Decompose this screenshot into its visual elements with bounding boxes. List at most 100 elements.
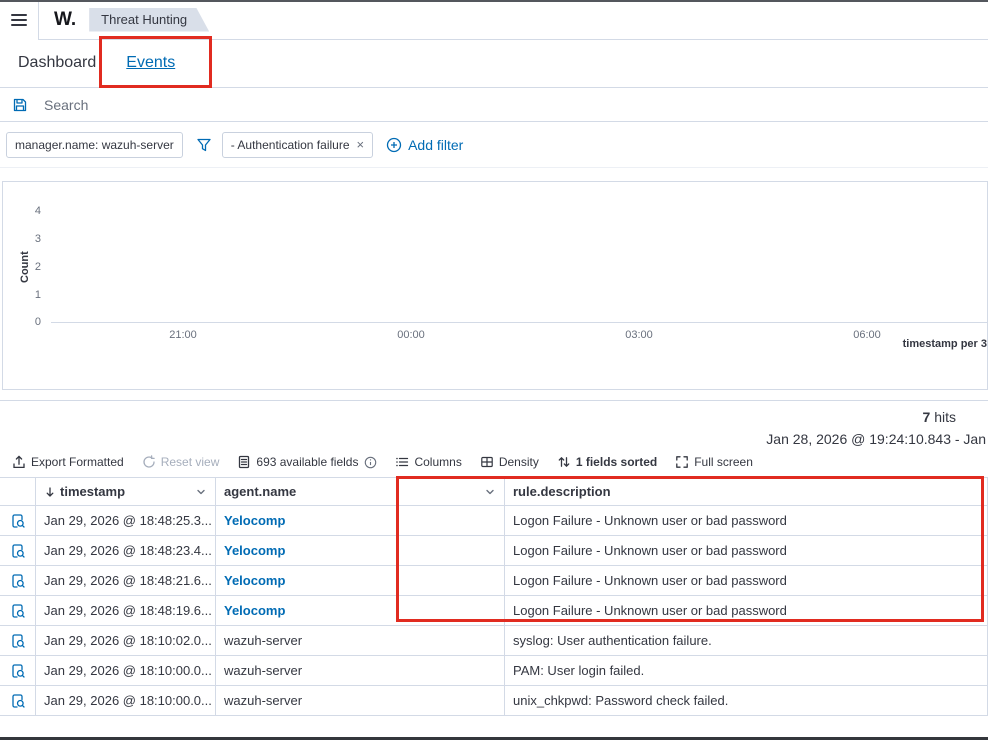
cell-timestamp: Jan 29, 2026 @ 18:48:23.4...	[36, 536, 216, 565]
row-agent[interactable]: wazuh-server	[224, 633, 302, 648]
table-row: Jan 29, 2026 @ 18:48:21.6... Yelocomp Lo…	[0, 566, 988, 596]
export-formatted-button[interactable]: Export Formatted	[12, 455, 124, 469]
search-bar	[0, 88, 988, 122]
inspect-document-icon[interactable]	[11, 604, 25, 618]
inspect-document-icon[interactable]	[11, 574, 25, 588]
y-tick: 0	[9, 316, 41, 328]
y-tick: 3	[9, 233, 41, 245]
columns-icon	[395, 455, 409, 469]
inspect-document-icon[interactable]	[11, 544, 25, 558]
row-agent[interactable]: wazuh-server	[224, 663, 302, 678]
x-axis-title: timestamp per 3	[903, 338, 987, 350]
inspect-document-icon[interactable]	[11, 694, 25, 708]
row-agent[interactable]: wazuh-server	[224, 693, 302, 708]
row-rule: Logon Failure - Unknown user or bad pass…	[513, 543, 787, 558]
table-row: Jan 29, 2026 @ 18:10:02.0... wazuh-serve…	[0, 626, 988, 656]
add-filter-label: Add filter	[408, 137, 463, 153]
breadcrumb[interactable]: Threat Hunting	[89, 8, 209, 32]
chevron-down-icon[interactable]	[484, 486, 496, 498]
remove-filter-icon[interactable]: ×	[357, 138, 365, 151]
sort-icon	[557, 455, 571, 469]
filter-funnel-icon[interactable]	[196, 137, 212, 153]
filter-pill-label: manager.name: wazuh-server	[15, 138, 174, 152]
available-fields-button[interactable]: 693 available fields	[237, 455, 377, 469]
table-body: Jan 29, 2026 @ 18:48:25.3... Yelocomp Lo…	[0, 506, 988, 716]
cell-agent-name: Yelocomp	[216, 566, 505, 595]
fields-sorted-button[interactable]: 1 fields sorted	[557, 455, 657, 469]
fullscreen-icon	[675, 455, 689, 469]
wazuh-logo[interactable]: W.	[54, 9, 76, 31]
chevron-down-icon[interactable]	[195, 486, 207, 498]
save-query-icon[interactable]	[12, 97, 28, 113]
full-screen-button[interactable]: Full screen	[675, 455, 753, 469]
table-row: Jan 29, 2026 @ 18:10:00.0... wazuh-serve…	[0, 686, 988, 716]
row-rule: Logon Failure - Unknown user or bad pass…	[513, 573, 787, 588]
hits-label: hits	[930, 409, 956, 425]
y-tick: 1	[9, 289, 41, 301]
tab-bar: Dashboard Events	[0, 40, 988, 88]
row-agent[interactable]: Yelocomp	[224, 573, 285, 588]
x-axis-line	[51, 322, 987, 323]
inspect-document-icon[interactable]	[11, 514, 25, 528]
column-label: agent.name	[224, 484, 296, 499]
header-cell-rule-description[interactable]: rule.description	[505, 478, 988, 505]
cell-rule-description: syslog: User authentication failure.	[505, 626, 988, 655]
filter-pill-manager-name[interactable]: manager.name: wazuh-server	[6, 132, 183, 158]
header-cell-inspect	[0, 478, 36, 505]
columns-button[interactable]: Columns	[395, 455, 461, 469]
row-rule: Logon Failure - Unknown user or bad pass…	[513, 513, 787, 528]
inspect-document-icon[interactable]	[11, 634, 25, 648]
cell-rule-description: Logon Failure - Unknown user or bad pass…	[505, 536, 988, 565]
inspect-document-icon[interactable]	[11, 664, 25, 678]
cell-agent-name: Yelocomp	[216, 536, 505, 565]
reset-view-button[interactable]: Reset view	[142, 455, 220, 469]
x-tick: 21:00	[153, 329, 213, 341]
tab-dashboard[interactable]: Dashboard	[16, 40, 98, 87]
cell-inspect	[0, 596, 36, 625]
row-timestamp: Jan 29, 2026 @ 18:10:00.0...	[44, 663, 212, 678]
histogram-plot-area[interactable]	[51, 192, 987, 320]
info-icon[interactable]	[364, 456, 377, 469]
header-cell-agent-name[interactable]: agent.name	[216, 478, 505, 505]
cell-timestamp: Jan 29, 2026 @ 18:48:25.3...	[36, 506, 216, 535]
cell-agent-name: Yelocomp	[216, 506, 505, 535]
row-agent[interactable]: Yelocomp	[224, 543, 285, 558]
sort-desc-icon	[44, 486, 56, 498]
table-row: Jan 29, 2026 @ 18:48:23.4... Yelocomp Lo…	[0, 536, 988, 566]
x-tick: 06:00	[837, 329, 897, 341]
density-button[interactable]: Density	[480, 455, 539, 469]
cell-inspect	[0, 566, 36, 595]
column-label: rule.description	[513, 484, 611, 499]
row-rule: syslog: User authentication failure.	[513, 633, 712, 648]
filter-bar: manager.name: wazuh-server - Authenticat…	[0, 122, 988, 168]
cell-agent-name: Yelocomp	[216, 596, 505, 625]
cell-agent-name: wazuh-server	[216, 686, 505, 715]
row-timestamp: Jan 29, 2026 @ 18:10:00.0...	[44, 693, 212, 708]
cell-inspect	[0, 656, 36, 685]
cell-rule-description: Logon Failure - Unknown user or bad pass…	[505, 506, 988, 535]
row-rule: PAM: User login failed.	[513, 663, 644, 678]
menu-icon[interactable]	[0, 0, 39, 40]
window-top-edge	[0, 0, 988, 2]
cell-inspect	[0, 626, 36, 655]
cell-inspect	[0, 506, 36, 535]
cell-rule-description: unix_chkpwd: Password check failed.	[505, 686, 988, 715]
cell-timestamp: Jan 29, 2026 @ 18:48:21.6...	[36, 566, 216, 595]
cell-rule-description: Logon Failure - Unknown user or bad pass…	[505, 566, 988, 595]
row-rule: Logon Failure - Unknown user or bad pass…	[513, 603, 787, 618]
cell-agent-name: wazuh-server	[216, 656, 505, 685]
cell-timestamp: Jan 29, 2026 @ 18:48:19.6...	[36, 596, 216, 625]
row-timestamp: Jan 29, 2026 @ 18:48:21.6...	[44, 573, 212, 588]
results-section: 7 hits Jan 28, 2026 @ 19:24:10.843 - Jan…	[0, 400, 988, 716]
cell-timestamp: Jan 29, 2026 @ 18:10:02.0...	[36, 626, 216, 655]
filter-pill-authentication-failure[interactable]: - Authentication failure ×	[222, 132, 373, 158]
row-agent[interactable]: Yelocomp	[224, 603, 285, 618]
row-agent[interactable]: Yelocomp	[224, 513, 285, 528]
add-filter-button[interactable]: Add filter	[386, 137, 463, 153]
cell-inspect	[0, 536, 36, 565]
tab-events[interactable]: Events	[124, 40, 177, 87]
row-timestamp: Jan 29, 2026 @ 18:48:23.4...	[44, 543, 212, 558]
row-rule: unix_chkpwd: Password check failed.	[513, 693, 728, 708]
search-input[interactable]	[44, 97, 988, 113]
header-cell-timestamp[interactable]: timestamp	[36, 478, 216, 505]
